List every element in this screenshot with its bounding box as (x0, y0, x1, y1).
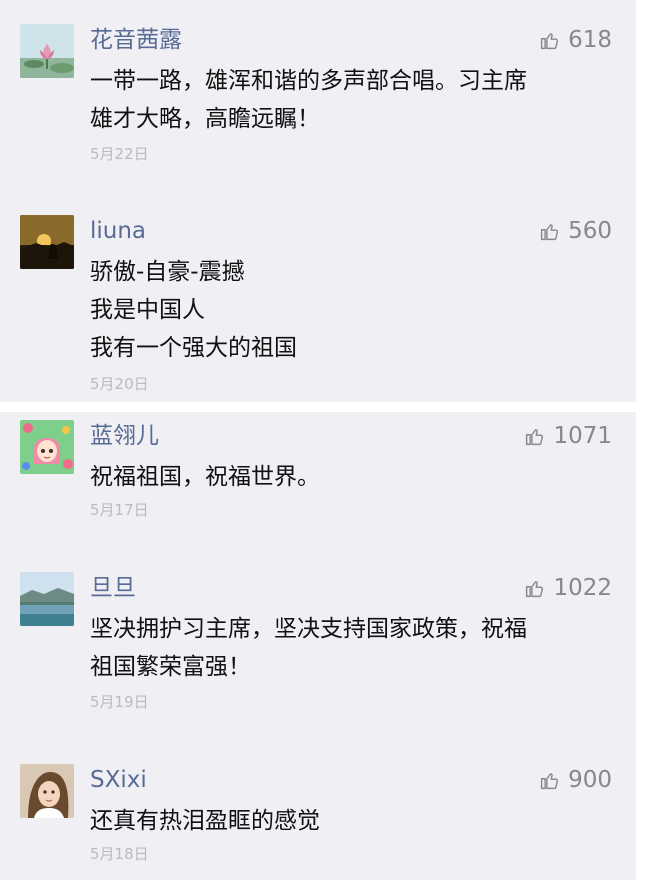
thumbs-up-icon (541, 223, 559, 240)
comment-date: 5月18日 (90, 845, 149, 863)
comment-line: 雄才大略，高瞻远瞩！ (90, 106, 320, 132)
thumbs-up-icon (541, 772, 559, 789)
like-count: 1022 (553, 575, 612, 601)
comment-line: 还真有热泪盈眶的感觉 (90, 808, 320, 834)
comment-line: 祝福祖国，祝福世界。 (90, 464, 320, 490)
comment-item: 蓝翎儿 1071 祝福祖国，祝福世界。 5月17日 (0, 412, 636, 562)
comment-date: 5月17日 (90, 501, 149, 519)
comment-date: 5月19日 (90, 693, 149, 711)
lake-landscape-avatar[interactable] (20, 572, 74, 626)
comment-group-1: 花音茜露 618 一带一路，雄浑和谐的多声部合唱。习主席 雄才大略，高瞻远瞩！ … (0, 0, 636, 402)
thumbs-up-icon (541, 32, 559, 49)
like-count: 900 (568, 767, 612, 793)
sunset-avatar[interactable] (20, 215, 74, 269)
comment-text: 一带一路，雄浑和谐的多声部合唱。习主席 雄才大略，高瞻远瞩！ (90, 62, 610, 138)
like-count: 1071 (553, 423, 612, 449)
thumbs-up-icon (526, 428, 544, 445)
like-count: 560 (568, 218, 612, 244)
comment-line: 一带一路，雄浑和谐的多声部合唱。习主席 (90, 68, 527, 94)
like-button[interactable]: 900 (539, 766, 612, 794)
lotus-flower-avatar[interactable] (20, 24, 74, 78)
thumbs-up-icon (526, 580, 544, 597)
comment-text: 还真有热泪盈眶的感觉 (90, 802, 610, 840)
comment-item: SXixi 900 还真有热泪盈眶的感觉 5月18日 (0, 752, 636, 880)
comment-nickname[interactable]: 旦旦 (90, 574, 136, 602)
comment-group-2: 蓝翎儿 1071 祝福祖国，祝福世界。 5月17日 旦旦 1022 坚决拥护习主… (0, 412, 636, 880)
comment-line: 坚决拥护习主席，坚决支持国家政策，祝福 (90, 616, 527, 642)
comment-nickname[interactable]: liuna (90, 217, 146, 245)
comment-item: 旦旦 1022 坚决拥护习主席，坚决支持国家政策，祝福 祖国繁荣富强！ 5月19… (0, 562, 636, 752)
comment-line: 骄傲-自豪-震撼 (90, 259, 245, 285)
comment-date: 5月20日 (90, 375, 149, 393)
like-button[interactable]: 1071 (524, 422, 612, 450)
like-button[interactable]: 618 (539, 26, 612, 54)
like-count: 618 (568, 27, 612, 53)
comment-nickname[interactable]: 花音茜露 (90, 26, 182, 54)
like-button[interactable]: 1022 (524, 574, 612, 602)
comment-text: 坚决拥护习主席，坚决支持国家政策，祝福 祖国繁荣富强！ (90, 610, 610, 686)
portrait-avatar[interactable] (20, 764, 74, 818)
like-button[interactable]: 560 (539, 217, 612, 245)
cartoon-girl-avatar[interactable] (20, 420, 74, 474)
comment-text: 骄傲-自豪-震撼 我是中国人 我有一个强大的祖国 (90, 253, 610, 367)
comment-item: 花音茜露 618 一带一路，雄浑和谐的多声部合唱。习主席 雄才大略，高瞻远瞩！ … (0, 0, 636, 190)
comment-line: 祖国繁荣富强！ (90, 654, 251, 680)
comment-nickname[interactable]: SXixi (90, 766, 147, 794)
comment-line: 我有一个强大的祖国 (90, 335, 297, 361)
comment-line: 我是中国人 (90, 297, 205, 323)
comment-nickname[interactable]: 蓝翎儿 (90, 422, 159, 450)
comment-text: 祝福祖国，祝福世界。 (90, 458, 610, 496)
comment-item: liuna 560 骄傲-自豪-震撼 我是中国人 我有一个强大的祖国 5月20日 (0, 190, 636, 402)
comment-date: 5月22日 (90, 145, 149, 163)
